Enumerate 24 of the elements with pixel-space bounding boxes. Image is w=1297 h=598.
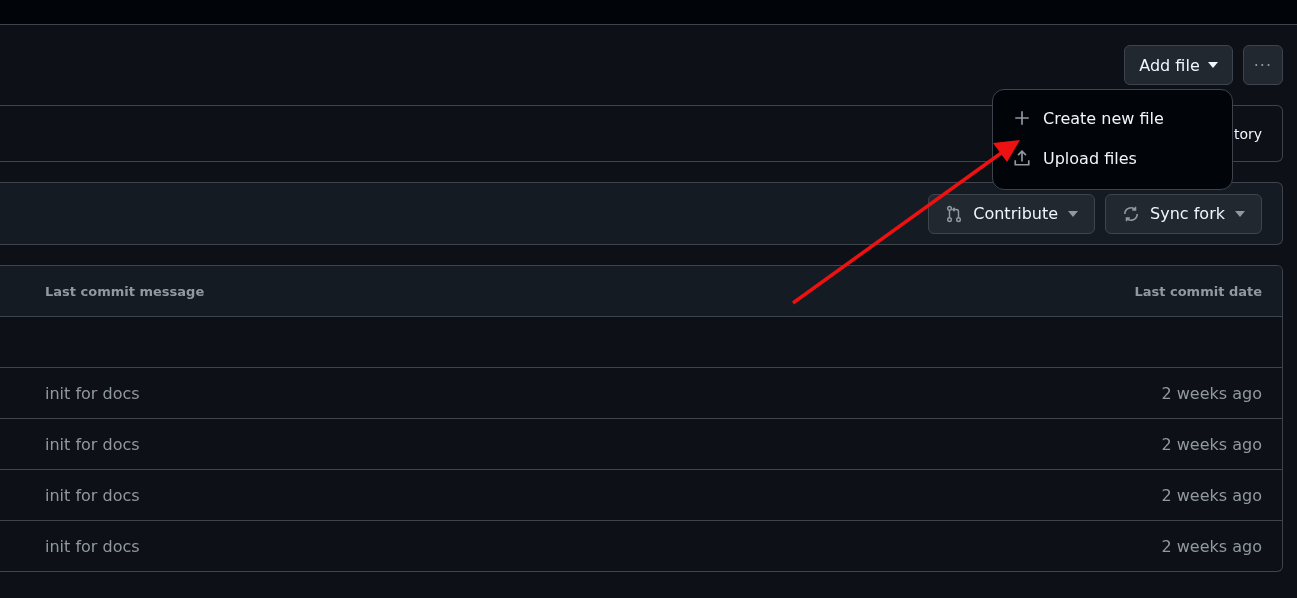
- sync-fork-button[interactable]: Sync fork: [1105, 193, 1262, 234]
- caret-icon: [1068, 210, 1079, 217]
- commit-date: 2 weeks ago: [1161, 434, 1262, 454]
- column-header: Last commit date: [1134, 283, 1262, 299]
- commit-message[interactable]: init for docs: [45, 434, 140, 454]
- pull-request-icon: [945, 204, 964, 223]
- commit-message[interactable]: init for docs: [45, 485, 140, 505]
- caret-icon: [1207, 62, 1218, 68]
- sync-icon: [1122, 204, 1141, 223]
- caret-icon: [1235, 210, 1245, 217]
- commit-date: 2 weeks ago: [1161, 383, 1262, 403]
- menu-item[interactable]: Upload files: [1001, 138, 1224, 178]
- commit-message[interactable]: init for docs: [45, 383, 140, 403]
- contribute-button[interactable]: Contribute: [928, 193, 1096, 234]
- commit-date: 2 weeks ago: [1161, 536, 1262, 556]
- upload-icon: [1013, 149, 1031, 167]
- commit-message[interactable]: init for docs: [45, 536, 140, 556]
- add-file-button[interactable]: Add file: [1124, 45, 1233, 85]
- column-header: Last commit message: [45, 283, 205, 299]
- more-options-button[interactable]: ···: [1242, 45, 1283, 85]
- history-link-text[interactable]: tory: [1233, 125, 1262, 142]
- commit-date: 2 weeks ago: [1161, 485, 1262, 505]
- menu-item[interactable]: Create new file: [1001, 98, 1224, 138]
- plus-icon: [1013, 109, 1031, 127]
